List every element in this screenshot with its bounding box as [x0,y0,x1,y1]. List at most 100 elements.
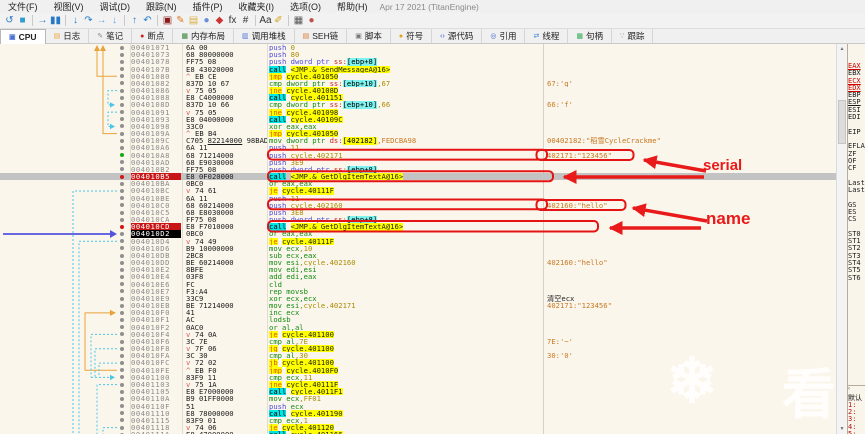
tab-调用堆栈[interactable]: ▥ 调用堆栈 [234,29,295,43]
disasm-row[interactable]: 004010EB BE 71214000 mov esi,cycle.402171 4… [0,302,836,309]
disasm-row[interactable]: 00401118 v 74 06 je cycle.401120 [0,424,836,432]
menu-item[interactable]: 文件(F) [0,0,46,13]
breakpoint-dot[interactable] [120,275,124,280]
disasm-row[interactable]: 00401091 v 75 05 jne cycle.401098 [0,108,836,116]
menu-item[interactable]: 跟踪(N) [138,0,185,13]
breakpoint-dot[interactable] [120,217,124,222]
breakpoint-dot[interactable] [120,74,124,79]
breakpoint-dot[interactable] [120,396,124,401]
disasm-row[interactable]: 00401088 E8 C4000000 call cycle.401151 [0,94,836,102]
breakpoint-dot[interactable] [120,267,124,272]
hash-icon[interactable]: # [239,14,252,28]
fx-icon[interactable]: fx [226,14,239,28]
breakpoint-dot-red[interactable] [120,174,124,179]
disasm-row[interactable]: 00401100 83F9 11 cmp ecx,11 [0,374,836,381]
edit-pencil-icon[interactable]: ✎ [174,14,187,28]
menu-item[interactable]: 收藏夹(I) [231,0,283,13]
breakpoint-dot[interactable] [120,210,124,215]
disasm-row[interactable]: 004010E9 33C9 xor ecx,ecx 清空ecx [0,295,836,302]
tab-脚本[interactable]: ▣ 脚本 [347,29,391,43]
tab-符号[interactable]: ● 符号 [391,29,433,43]
breakpoint-dot[interactable] [120,253,124,258]
run-to-cursor-icon[interactable]: → [95,14,108,28]
breakpoint-dot[interactable] [120,59,124,64]
breakpoint-dot[interactable] [120,239,124,244]
breakpoint-dot[interactable] [120,52,124,57]
disasm-row[interactable]: 00401105 E8 E7000000 call cycle.4011F1 [0,388,836,396]
stop-icon[interactable]: ■ [16,14,29,28]
disasm-row[interactable]: 004010BC v 74 61 je cycle.40111F [0,187,836,195]
breakpoint-dot[interactable] [120,160,124,165]
breakpoint-dot[interactable] [120,260,124,265]
breakpoint-dot[interactable] [120,110,124,115]
registers-panel[interactable]: EAXEBXECXEDXEBPESPESIEDI EIP EFLAGSZFOFC… [847,44,865,385]
breakpoint-dot[interactable] [120,45,124,50]
disasm-row[interactable]: 004010BA 0BC0 or eax,eax [0,180,836,188]
breakpoint-dot[interactable] [120,167,124,172]
tab-引用[interactable]: ◎ 引用 [482,29,526,43]
disasm-row[interactable]: 00401086 v 75 05 jne cycle.40108D [0,87,836,95]
breakpoint-dot[interactable] [120,289,124,294]
breakpoint-dot[interactable] [120,145,124,150]
disasm-row[interactable]: 00401078 FF75 08 push dword ptr ss:[ebp+8] [0,58,836,66]
disassembly-pane[interactable]: 00401071 6A 00 push 0 00401073 68 80000000 pu… [0,44,836,434]
disasm-row[interactable]: 004010F8 v 7F 06 jg cycle.401100 [0,345,836,353]
disasm-row[interactable]: 004010F0 41 inc ecx [0,309,836,317]
breakpoint-dot[interactable] [120,339,124,344]
user-icon[interactable]: ● [305,14,318,28]
disasm-row[interactable]: 004010F6 3C 7E cmp al,7E 7E:'~' [0,338,836,345]
execute-till-return-icon[interactable]: ↑ [128,14,141,28]
disasm-row[interactable]: 004010D6 B9 10000000 mov ecx,10 [0,245,836,252]
breakpoint-dot[interactable] [120,117,124,122]
disasm-row[interactable]: 004010F1 AC lodsb [0,316,836,324]
disasm-row[interactable]: 00401103 v 75 1A jne cycle.40111F [0,380,836,389]
disasm-row[interactable]: 004010D2 0BC0 or eax,eax [0,230,836,238]
disasm-row[interactable]: 004010C0 68 60214000 push cycle.402160 4021… [0,202,836,209]
disasm-row[interactable]: 00401073 68 80000000 push 80 [0,51,836,58]
disasm-row[interactable]: 00401071 6A 00 push 0 [0,44,836,51]
breakpoint-dot[interactable] [120,124,124,129]
breakpoint-dot[interactable] [120,102,124,107]
breakpoint-dot[interactable] [120,246,124,251]
breakpoint-dot[interactable] [120,138,124,143]
disasm-row[interactable]: 0040109A ^ EB B4 jmp cycle.401050 [0,130,836,138]
breakpoint-dot[interactable] [120,353,124,358]
disasm-row[interactable]: 00401098 33C0 xor eax,eax [0,123,836,130]
breakpoint-dot[interactable] [120,332,124,337]
disasm-row[interactable]: 00401080 ^ EB CE jmp cycle.401050 [0,72,836,80]
menu-item[interactable]: 帮助(H) [329,0,376,13]
disasm-row[interactable]: 0040110A B9 01FF0000 mov ecx,FF01 [0,395,836,403]
breakpoint-dot[interactable] [120,418,124,423]
args-scroll-hint[interactable]: ‹ [848,386,865,393]
scrollbar-down-icon[interactable]: ▼ [837,424,847,434]
tab-句柄[interactable]: ▦ 句柄 [568,29,612,43]
breakpoint-dot[interactable] [120,411,124,416]
breakpoint-dot[interactable] [120,181,124,186]
disasm-row[interactable]: 004010A6 6A 11 push 11 [0,144,836,152]
pause-icon[interactable]: ▮▮ [49,14,62,28]
run-back-icon[interactable]: ↶ [141,14,154,28]
disasm-row[interactable]: 00401115 83F9 01 cmp ecx,1 [0,417,836,424]
scrollbar-up-icon[interactable]: ▲ [837,44,847,54]
layout-icon[interactable]: ▦ [292,14,305,28]
step-down-icon[interactable]: ↓ [108,14,121,28]
patch-icon[interactable]: ▤ [187,14,200,28]
breakpoint-dot[interactable] [120,88,124,93]
breakpoint-dot[interactable] [120,368,124,373]
disasm-row[interactable]: 004010B5 E8 0F020000 call <JMP.&_GetDlgIte… [0,173,836,181]
breakpoint-dot[interactable] [120,232,124,236]
font-icon[interactable]: Aa [259,14,272,28]
scrollbar-thumb[interactable] [838,100,846,144]
breakpoint-dot-red[interactable] [120,224,124,229]
run-icon[interactable]: → [36,14,49,28]
disasm-row[interactable]: 004010BE 6A 11 push 11 [0,195,836,202]
tab-笔记[interactable]: ✎ 笔记 [89,29,133,43]
disasm-row[interactable]: 0040107B E8 43020000 call <JMP.&_SendMessa… [0,65,836,73]
disasm-row[interactable]: 00401093 E8 04000000 call cycle.40109C [0,115,836,123]
settings-icon[interactable]: ● [200,14,213,28]
disasm-row[interactable]: 0040110F 51 push ecx [0,403,836,410]
breakpoint-dot[interactable] [120,325,124,330]
disasm-row[interactable]: 004010F4 v 74 0A je cycle.401100 [0,330,836,339]
eraser-icon[interactable]: ◆ [213,14,226,28]
restart-icon[interactable]: ↺ [3,14,16,28]
